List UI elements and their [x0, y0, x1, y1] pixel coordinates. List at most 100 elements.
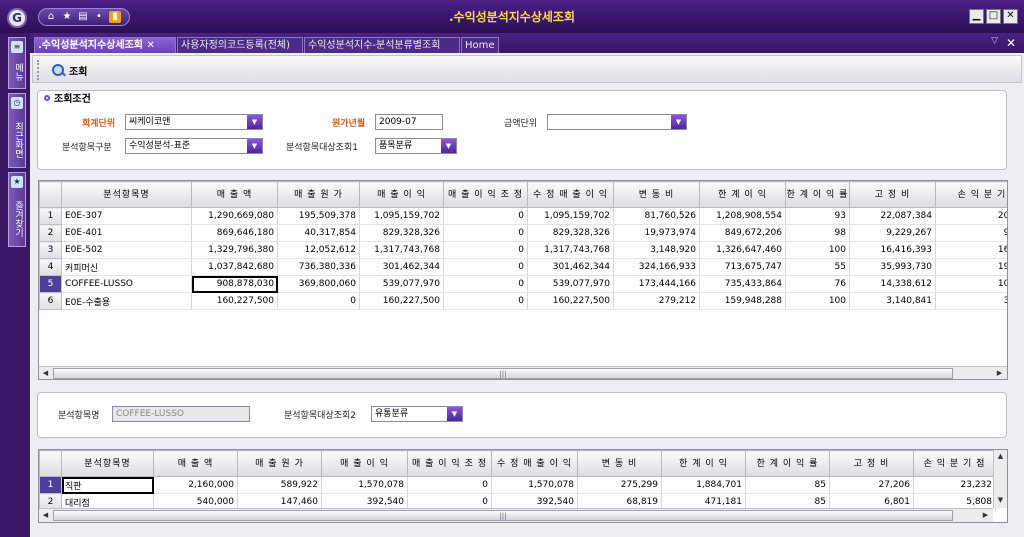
- value-cell[interactable]: 20,593,5: [935, 207, 1007, 225]
- value-cell[interactable]: 27,206: [829, 476, 914, 494]
- table-row[interactable]: 6 E0E-수출용 160,227,500 0 160,227,500 0 160,227,…: [39, 292, 1007, 310]
- close-all-tabs-icon[interactable]: ✕: [1006, 36, 1016, 50]
- column-header[interactable]: 매 출 이 익 조 정: [407, 450, 492, 477]
- table-row[interactable]: 1 E0E-307 1,290,669,080 195,509,378 1,095,15…: [39, 207, 1007, 225]
- value-cell[interactable]: 869,646,180: [191, 224, 278, 242]
- value-cell[interactable]: 735,433,864: [699, 275, 786, 293]
- value-cell[interactable]: 35,993,730: [849, 258, 936, 276]
- row-number[interactable]: 4: [39, 258, 62, 276]
- column-header[interactable]: 분석항목명: [61, 450, 154, 477]
- value-cell[interactable]: 1,317,743,768: [359, 241, 444, 259]
- item-name-cell[interactable]: 커피머신: [61, 258, 192, 276]
- column-header[interactable]: 한 계 이 익: [699, 181, 786, 208]
- value-cell[interactable]: 195,509,378: [277, 207, 360, 225]
- analysis-type-select[interactable]: 수익성분석-표준 ▼: [125, 138, 263, 154]
- value-cell[interactable]: 1,884,701: [661, 476, 746, 494]
- value-cell[interactable]: 589,922: [237, 476, 322, 494]
- dropdown-arrow-icon[interactable]: ▼: [671, 115, 686, 129]
- table-row[interactable]: 4 커피머신 1,037,842,680 736,380,336 301,462,344…: [39, 258, 1007, 276]
- value-cell[interactable]: 9,012,3: [935, 224, 1007, 242]
- value-cell[interactable]: 829,328,326: [359, 224, 444, 242]
- value-cell[interactable]: 539,077,970: [527, 275, 614, 293]
- dropdown-arrow-icon[interactable]: ▼: [247, 115, 262, 129]
- tab-close-icon[interactable]: ✕: [146, 40, 154, 51]
- value-cell[interactable]: 908,878,030: [191, 275, 278, 293]
- row-number[interactable]: 5: [39, 275, 62, 293]
- target1-select[interactable]: 품목분류 ▼: [375, 138, 457, 154]
- sidebar-tab-recent[interactable]: ◷ 최근화면: [8, 93, 26, 168]
- item-name-cell[interactable]: E0E-수출용: [61, 292, 192, 310]
- column-header[interactable]: 고 정 비: [849, 181, 936, 208]
- column-header[interactable]: 손 익 분 기 점: [935, 181, 1007, 208]
- value-cell[interactable]: 1,037,842,680: [191, 258, 278, 276]
- scroll-left-icon[interactable]: ◀: [40, 510, 51, 521]
- value-cell[interactable]: 0: [277, 292, 360, 310]
- value-cell[interactable]: 0: [443, 241, 528, 259]
- value-cell[interactable]: 0: [443, 224, 528, 242]
- item-name-input[interactable]: COFFEE-LUSSO: [112, 406, 250, 422]
- row-number[interactable]: 3: [39, 241, 62, 259]
- minimize-button[interactable]: ▁: [969, 9, 984, 24]
- table-row[interactable]: 1 직판 2,160,000 589,922 1,570,078 0 1,570,078 27…: [39, 476, 996, 494]
- maximize-button[interactable]: □: [986, 9, 1001, 24]
- dropdown-arrow-icon[interactable]: ▼: [441, 139, 456, 153]
- scroll-down-icon[interactable]: ▼: [995, 495, 1006, 506]
- table-row[interactable]: 3 E0E-502 1,329,796,380 12,052,612 1,317,743…: [39, 241, 1007, 259]
- scroll-left-icon[interactable]: ◀: [40, 368, 51, 379]
- column-header[interactable]: 매 출 이 익: [359, 181, 444, 208]
- value-cell[interactable]: 369,800,060: [277, 275, 360, 293]
- value-cell[interactable]: 12,052,612: [277, 241, 360, 259]
- sidebar-tab-favorites[interactable]: ★ 즐겨찾기: [8, 172, 26, 247]
- value-cell[interactable]: 3,140,841: [849, 292, 936, 310]
- value-cell[interactable]: 3,148,920: [613, 241, 700, 259]
- value-cell[interactable]: 76: [785, 275, 850, 293]
- item-name-cell[interactable]: 직판: [61, 476, 154, 494]
- column-header[interactable]: 매 출 원 가: [277, 181, 360, 208]
- value-cell[interactable]: 10,957,0: [935, 275, 1007, 293]
- value-cell[interactable]: 1,317,743,768: [527, 241, 614, 259]
- value-cell[interactable]: 93: [785, 207, 850, 225]
- column-header[interactable]: 매 출 액: [153, 450, 238, 477]
- value-cell[interactable]: 85: [745, 476, 830, 494]
- value-cell[interactable]: 275,299: [577, 476, 662, 494]
- value-cell[interactable]: 0: [443, 275, 528, 293]
- value-cell[interactable]: 23,232: [913, 476, 996, 494]
- value-cell[interactable]: 0: [443, 258, 528, 276]
- column-header[interactable]: 매 출 이 익: [321, 450, 408, 477]
- target2-select[interactable]: 유통분류 ▼: [371, 406, 463, 422]
- tab-menu-icon[interactable]: ▽: [991, 36, 998, 46]
- value-cell[interactable]: 173,444,166: [613, 275, 700, 293]
- value-cell[interactable]: 40,317,854: [277, 224, 360, 242]
- column-header[interactable]: 한 계 이 익 률: [745, 450, 830, 477]
- tab-profit-by-class[interactable]: 수익성분석지수-분석분류별조회: [304, 37, 460, 53]
- value-cell[interactable]: 849,672,206: [699, 224, 786, 242]
- column-header[interactable]: 매 출 액: [191, 181, 278, 208]
- value-cell[interactable]: 16,416,393: [849, 241, 936, 259]
- detail-grid-hscroll[interactable]: ◀ ||| ▶: [39, 508, 993, 522]
- value-cell[interactable]: 159,948,288: [699, 292, 786, 310]
- scroll-thumb[interactable]: |||: [53, 368, 953, 379]
- value-cell[interactable]: 98: [785, 224, 850, 242]
- tab-profit-detail[interactable]: .수익성분석지수상세조회 ✕: [34, 37, 176, 53]
- close-button[interactable]: ✕: [1003, 9, 1018, 24]
- row-number[interactable]: 6: [39, 292, 62, 310]
- detail-grid-vscroll[interactable]: ▲ ▼: [993, 450, 1007, 508]
- value-cell[interactable]: 0: [407, 476, 492, 494]
- search-button[interactable]: 조회: [51, 61, 87, 79]
- value-cell[interactable]: 16,377,4: [935, 241, 1007, 259]
- table-row[interactable]: 5 COFFEE-LUSSO 908,878,030 369,800,060 539,0…: [39, 275, 1007, 293]
- column-header[interactable]: 매 출 이 익 조 정: [443, 181, 528, 208]
- value-cell[interactable]: 301,462,344: [527, 258, 614, 276]
- item-name-cell[interactable]: COFFEE-LUSSO: [61, 275, 192, 293]
- column-header[interactable]: 변 동 비: [577, 450, 662, 477]
- value-cell[interactable]: 829,328,326: [527, 224, 614, 242]
- value-cell[interactable]: 1,095,159,702: [359, 207, 444, 225]
- scroll-right-icon[interactable]: ▶: [994, 368, 1005, 379]
- column-header[interactable]: 변 동 비: [613, 181, 700, 208]
- value-cell[interactable]: 1,208,908,554: [699, 207, 786, 225]
- value-cell[interactable]: 539,077,970: [359, 275, 444, 293]
- dropdown-arrow-icon[interactable]: ▼: [447, 407, 462, 421]
- value-cell[interactable]: 1,570,078: [321, 476, 408, 494]
- column-header[interactable]: 수 정 매 출 이 익: [491, 450, 578, 477]
- item-name-cell[interactable]: E0E-307: [61, 207, 192, 225]
